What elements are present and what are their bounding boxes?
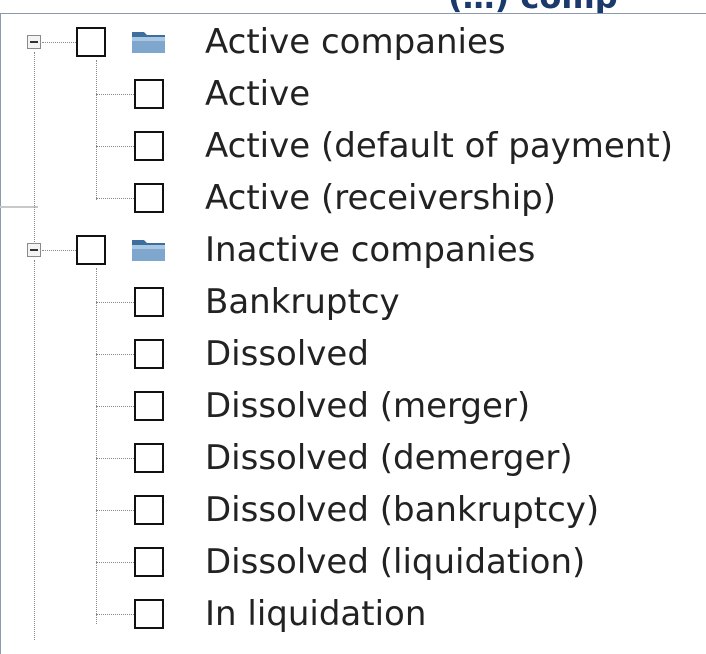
header-title-fragment: (…) comp — [448, 0, 618, 14]
checkbox-active-companies[interactable] — [76, 27, 106, 57]
tree-connector — [96, 94, 134, 95]
tree-item: Dissolved (merger) — [0, 380, 706, 432]
checkbox-in-liquidation[interactable] — [134, 599, 164, 629]
checkbox-dissolved-merger[interactable] — [134, 391, 164, 421]
group-label[interactable]: Inactive companies — [205, 230, 535, 270]
tree-item: Active (default of payment) — [0, 120, 706, 172]
checkbox-inactive-companies[interactable] — [76, 235, 106, 265]
checkbox-dissolved-bankruptcy[interactable] — [134, 495, 164, 525]
checkbox-active[interactable] — [134, 79, 164, 109]
item-label[interactable]: Bankruptcy — [205, 282, 400, 322]
item-label[interactable]: Active — [205, 74, 310, 114]
header-strip: (…) comp — [0, 0, 706, 14]
tree-connector — [96, 146, 134, 147]
tree-connector — [96, 406, 134, 407]
tree-item: Bankruptcy — [0, 276, 706, 328]
tree-item: Active — [0, 68, 706, 120]
tree-item: Dissolved (bankruptcy) — [0, 484, 706, 536]
tree-item: Dissolved (demerger) — [0, 432, 706, 484]
collapse-toggle-icon[interactable] — [27, 243, 41, 257]
tree-item: Dissolved — [0, 328, 706, 380]
item-label[interactable]: Dissolved (merger) — [205, 386, 530, 426]
item-label[interactable]: Dissolved (liquidation) — [205, 542, 585, 582]
item-label[interactable]: Active (default of payment) — [205, 126, 673, 166]
collapse-toggle-icon[interactable] — [27, 35, 41, 49]
tree-connector — [42, 42, 76, 43]
tree-item: Active (receivership) — [0, 172, 706, 224]
checkbox-dissolved[interactable] — [134, 339, 164, 369]
checkbox-dissolved-liquidation[interactable] — [134, 547, 164, 577]
item-label[interactable]: Dissolved — [205, 334, 369, 374]
item-label[interactable]: Dissolved (demerger) — [205, 438, 573, 478]
folder-icon — [132, 240, 165, 261]
checkbox-active-receivership[interactable] — [134, 183, 164, 213]
tree-group-active-companies: Active companies — [0, 16, 706, 68]
tree-connector — [96, 510, 134, 511]
checkbox-dissolved-demerger[interactable] — [134, 443, 164, 473]
group-label[interactable]: Active companies — [205, 22, 506, 62]
item-label[interactable]: Active (receivership) — [205, 178, 556, 218]
item-label[interactable]: Dissolved (bankruptcy) — [205, 490, 599, 530]
tree-connector — [96, 458, 134, 459]
tree-group-inactive-companies: Inactive companies — [0, 224, 706, 276]
tree-connector — [96, 562, 134, 563]
tree-item: Dissolved (liquidation) — [0, 536, 706, 588]
panel-top-border — [0, 13, 706, 14]
tree-connector — [96, 302, 134, 303]
tree-connector — [42, 250, 76, 251]
item-label[interactable]: In liquidation — [205, 594, 426, 634]
checkbox-bankruptcy[interactable] — [134, 287, 164, 317]
tree-connector — [96, 198, 134, 199]
tree-connector — [96, 354, 134, 355]
tree-item: In liquidation — [0, 588, 706, 640]
folder-icon — [132, 32, 165, 53]
tree-connector — [96, 614, 134, 615]
checkbox-active-default-of-payment[interactable] — [134, 131, 164, 161]
